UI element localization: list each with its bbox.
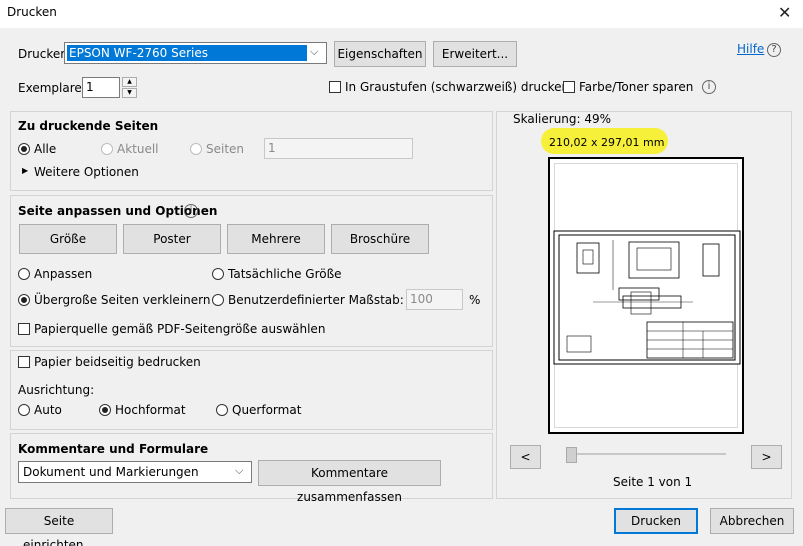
fit-label: Anpassen xyxy=(34,267,93,281)
pages-label: Seiten xyxy=(206,142,245,156)
advanced-button[interactable]: Erweitert... xyxy=(433,41,517,67)
duplex-label: Papier beidseitig bedrucken xyxy=(34,355,201,369)
paper-source-label: Papierquelle gemäß PDF-Seitengröße auswä… xyxy=(34,322,326,336)
scale-value: 100 xyxy=(410,292,433,306)
help-link[interactable]: Hilfe xyxy=(737,42,764,56)
printer-selected: EPSON WF-2760 Series xyxy=(69,46,209,60)
auto-label: Auto xyxy=(34,403,62,417)
printer-label: Drucker: xyxy=(18,47,70,61)
comments-title: Kommentare und Formulare xyxy=(18,442,209,456)
cancel-button[interactable]: Abbrechen xyxy=(710,508,794,534)
info-icon: i xyxy=(184,204,198,218)
help-icon[interactable]: ? xyxy=(767,43,781,57)
pages-radio[interactable] xyxy=(190,143,202,155)
pages-title: Zu druckende Seiten xyxy=(18,119,159,133)
more-options-link[interactable]: Weitere Optionen xyxy=(34,165,139,179)
triangle-right-icon[interactable]: ▶ xyxy=(22,166,28,175)
shrink-radio[interactable] xyxy=(18,294,30,306)
info-icon: i xyxy=(702,80,716,94)
copies-label: Exemplare: xyxy=(18,81,86,95)
print-button[interactable]: Drucken xyxy=(614,508,698,534)
percent-label: % xyxy=(469,293,481,307)
page-info: Seite 1 von 1 xyxy=(613,475,693,489)
current-radio[interactable] xyxy=(101,143,113,155)
actual-size-label: Tatsächliche Größe xyxy=(228,267,342,281)
comments-select[interactable]: Dokument und Markierungen ⌵ xyxy=(18,461,252,483)
pages-range-input[interactable]: 1 xyxy=(264,138,413,159)
pages-range-value: 1 xyxy=(268,141,276,155)
actual-size-radio[interactable] xyxy=(212,268,224,280)
properties-button[interactable]: Eigenschaften xyxy=(334,41,426,67)
portrait-label: Hochformat xyxy=(115,403,186,417)
page-preview xyxy=(548,157,744,434)
paper-size-label: 210,02 x 297,01 mm xyxy=(549,136,665,149)
grayscale-label: In Graustufen (schwarzweiß) drucken xyxy=(345,80,570,94)
size-button[interactable]: Größe xyxy=(19,224,117,254)
portrait-radio[interactable] xyxy=(99,404,111,416)
page-setup-button[interactable]: Seite einrichten... xyxy=(5,508,113,546)
title-bar xyxy=(0,0,803,28)
copies-input[interactable]: 1 xyxy=(82,77,120,98)
window-title: Drucken xyxy=(7,5,57,19)
all-radio[interactable] xyxy=(18,143,30,155)
save-toner-label: Farbe/Toner sparen xyxy=(579,80,694,94)
copies-value: 1 xyxy=(86,80,94,94)
page-slider-track[interactable] xyxy=(566,453,726,455)
summarize-comments-button[interactable]: Kommentare zusammenfassen xyxy=(258,460,441,504)
orientation-label: Ausrichtung: xyxy=(18,383,95,397)
scale-input[interactable]: 100 xyxy=(406,289,463,310)
copies-up-icon[interactable]: ▲ xyxy=(122,77,137,87)
drawing-thumbnail xyxy=(553,230,741,365)
next-page-button[interactable]: > xyxy=(751,445,782,469)
auto-radio[interactable] xyxy=(18,404,30,416)
paper-source-checkbox[interactable] xyxy=(18,323,30,335)
current-label: Aktuell xyxy=(117,142,159,156)
poster-button[interactable]: Poster xyxy=(123,224,221,254)
booklet-button[interactable]: Broschüre xyxy=(331,224,429,254)
shrink-label: Übergroße Seiten verkleinern xyxy=(34,293,211,307)
custom-scale-label: Benutzerdefinierter Maßstab: xyxy=(228,293,404,307)
prev-page-button[interactable]: < xyxy=(510,445,541,469)
all-label: Alle xyxy=(34,142,57,156)
comments-selected: Dokument und Markierungen xyxy=(23,465,199,479)
duplex-checkbox[interactable] xyxy=(18,356,30,368)
multiple-button[interactable]: Mehrere xyxy=(227,224,325,254)
save-toner-checkbox[interactable] xyxy=(563,81,575,93)
page-slider-thumb[interactable] xyxy=(566,447,577,463)
chevron-down-icon: ⌵ xyxy=(235,464,244,477)
chevron-down-icon: ⌵ xyxy=(310,45,319,58)
landscape-radio[interactable] xyxy=(216,404,228,416)
landscape-label: Querformat xyxy=(232,403,302,417)
scaling-label: Skalierung: 49% xyxy=(513,112,612,126)
printer-select[interactable]: EPSON WF-2760 Series ⌵ xyxy=(64,42,327,64)
custom-scale-radio[interactable] xyxy=(212,294,224,306)
close-icon[interactable]: ✕ xyxy=(778,3,791,22)
fit-radio[interactable] xyxy=(18,268,30,280)
grayscale-checkbox[interactable] xyxy=(329,81,341,93)
copies-down-icon[interactable]: ▼ xyxy=(122,88,137,98)
